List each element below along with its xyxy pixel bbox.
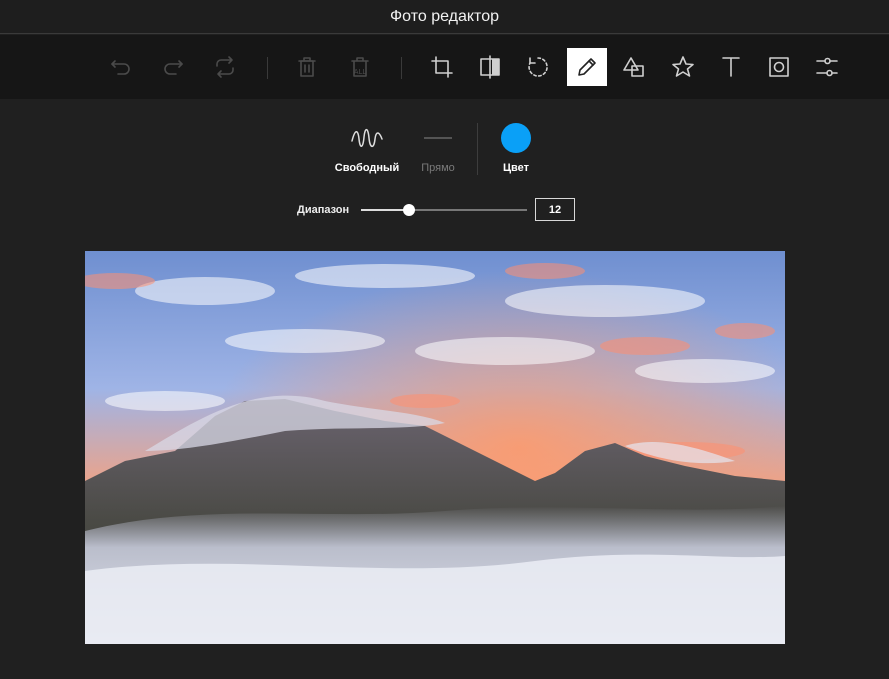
filter-button[interactable]	[807, 48, 847, 86]
rotate-button[interactable]	[518, 48, 558, 86]
undo-button[interactable]	[101, 48, 141, 86]
delete-all-button[interactable]: ALL	[340, 48, 380, 86]
freehand-icon	[351, 128, 383, 148]
icon-sticker-button[interactable]	[663, 48, 703, 86]
flip-button[interactable]	[470, 48, 510, 86]
range-slider[interactable]	[361, 204, 527, 216]
reset-icon	[216, 56, 234, 78]
redo-button[interactable]	[153, 48, 193, 86]
mask-icon	[769, 57, 789, 77]
freehand-mode-label: Свободный	[334, 162, 400, 174]
color-label: Цвет	[502, 162, 529, 174]
shape-icon	[623, 57, 644, 77]
filter-icon	[816, 57, 838, 77]
mask-button[interactable]	[759, 48, 799, 86]
editor-toolbar: ALL	[0, 35, 889, 99]
straight-mode-option[interactable]: Прямо	[398, 121, 478, 174]
draw-icon	[578, 58, 596, 76]
draw-button[interactable]	[567, 48, 607, 86]
landscape-photo	[85, 251, 785, 644]
crop-button[interactable]	[422, 48, 462, 86]
crop-icon	[431, 56, 453, 78]
delete-icon	[298, 57, 316, 77]
flip-icon	[480, 55, 500, 79]
undo-icon	[111, 60, 130, 75]
delete-all-icon: ALL	[351, 57, 369, 77]
photo-canvas[interactable]	[85, 251, 785, 644]
toolbar-divider	[267, 57, 268, 79]
delete-button[interactable]	[287, 48, 327, 86]
star-icon	[672, 56, 694, 77]
straight-mode-label: Прямо	[421, 162, 455, 174]
color-swatch[interactable]	[501, 123, 531, 153]
title-bar: Фото редактор	[0, 0, 889, 34]
range-value-input[interactable]: 12	[535, 198, 575, 221]
range-slider-thumb[interactable]	[403, 204, 416, 216]
toolbar-divider	[401, 57, 402, 79]
color-option[interactable]: Цвет	[476, 121, 556, 174]
straight-line-icon	[424, 137, 452, 139]
window-title: Фото редактор	[389, 7, 499, 25]
text-icon	[722, 57, 740, 77]
range-label: Диапазон	[297, 204, 350, 216]
reset-button[interactable]	[205, 48, 245, 86]
draw-options-panel: Свободный Прямо Цвет Диапазон 12	[0, 99, 889, 251]
freehand-mode-option[interactable]: Свободный	[327, 121, 407, 174]
range-slider-fill	[361, 209, 410, 211]
shape-button[interactable]	[614, 48, 654, 86]
redo-icon	[164, 60, 183, 75]
svg-text:ALL: ALL	[354, 68, 367, 76]
rotate-icon	[528, 57, 548, 77]
text-button[interactable]	[711, 48, 751, 86]
